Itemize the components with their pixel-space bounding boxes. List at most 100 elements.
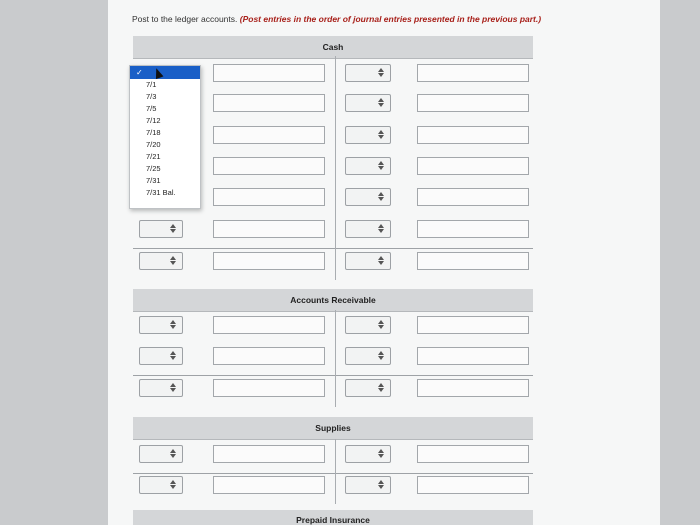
t-account-divider xyxy=(335,470,336,504)
ar-row-2 xyxy=(133,341,533,376)
cash-title: Cash xyxy=(322,42,344,52)
cash-credit-date-select[interactable] xyxy=(345,64,391,82)
spinner-icon xyxy=(378,383,387,393)
supplies-balance-date-select[interactable] xyxy=(139,476,183,494)
ar-debit-amount[interactable] xyxy=(213,316,325,334)
t-account-divider xyxy=(335,246,336,280)
dropdown-option[interactable]: 7/5 xyxy=(130,103,200,115)
cash-debit-amount[interactable] xyxy=(213,126,325,144)
cash-balance-date-select[interactable] xyxy=(139,252,183,270)
cash-debit-amount[interactable] xyxy=(213,94,325,112)
supplies-credit-date-select[interactable] xyxy=(345,445,391,463)
spinner-icon xyxy=(378,224,387,234)
cash-credit-date-select[interactable] xyxy=(345,157,391,175)
cash-debit-amount[interactable] xyxy=(213,64,325,82)
accounts-receivable-header: Accounts Receivable xyxy=(133,289,533,312)
cash-credit-date-select[interactable] xyxy=(345,94,391,112)
cash-credit-date-select[interactable] xyxy=(345,188,391,206)
cash-credit-amount[interactable] xyxy=(417,126,529,144)
supplies-debit-amount[interactable] xyxy=(213,445,325,463)
accounts-receivable-title: Accounts Receivable xyxy=(290,295,376,305)
spinner-icon xyxy=(378,192,387,202)
prepaid-insurance-title: Prepaid Insurance xyxy=(296,515,370,525)
ar-credit-amount[interactable] xyxy=(417,347,529,365)
supplies-title: Supplies xyxy=(315,423,351,433)
ar-balance-credit[interactable] xyxy=(417,379,529,397)
t-account-divider xyxy=(335,341,336,375)
supplies-row-1 xyxy=(133,439,533,474)
cash-credit-amount[interactable] xyxy=(417,157,529,175)
ar-balance-debit[interactable] xyxy=(213,379,325,397)
spinner-icon xyxy=(378,68,387,78)
cash-balance-row xyxy=(133,246,533,280)
spinner-icon xyxy=(378,449,387,459)
dropdown-option[interactable]: 7/3 xyxy=(130,91,200,103)
ar-credit-amount[interactable] xyxy=(417,316,529,334)
cash-row-6 xyxy=(133,214,533,249)
spinner-icon xyxy=(378,320,387,330)
cash-credit-amount[interactable] xyxy=(417,64,529,82)
t-account-divider xyxy=(335,88,336,122)
date-dropdown-menu[interactable]: ✓ 7/1 7/3 7/5 7/12 7/18 7/20 7/21 7/25 7… xyxy=(129,65,201,209)
spinner-icon xyxy=(170,351,179,361)
dropdown-option[interactable]: 7/1 xyxy=(130,79,200,91)
instructions-note: (Post entries in the order of journal en… xyxy=(239,14,542,24)
spinner-icon xyxy=(378,256,387,266)
ar-credit-date-select[interactable] xyxy=(345,347,391,365)
ar-credit-date-select[interactable] xyxy=(345,316,391,334)
cash-debit-amount[interactable] xyxy=(213,220,325,238)
instructions: Post to the ledger accounts. (Post entri… xyxy=(132,14,541,24)
cash-debit-amount[interactable] xyxy=(213,157,325,175)
supplies-balance-debit[interactable] xyxy=(213,476,325,494)
supplies-balance-row xyxy=(133,470,533,504)
supplies-header: Supplies xyxy=(133,417,533,440)
dropdown-option[interactable]: 7/31 xyxy=(130,175,200,187)
cash-debit-amount[interactable] xyxy=(213,188,325,206)
cash-credit-amount[interactable] xyxy=(417,94,529,112)
t-account-divider xyxy=(335,182,336,216)
ar-debit-amount[interactable] xyxy=(213,347,325,365)
ledger-sheet: Post to the ledger accounts. (Post entri… xyxy=(108,0,660,525)
cash-balance-debit[interactable] xyxy=(213,252,325,270)
spinner-icon xyxy=(378,480,387,490)
spinner-icon xyxy=(378,161,387,171)
spinner-icon xyxy=(378,351,387,361)
cash-balance-credit[interactable] xyxy=(417,252,529,270)
dropdown-selected-option[interactable]: ✓ xyxy=(130,66,200,79)
ar-debit-date-select[interactable] xyxy=(139,316,183,334)
spinner-icon xyxy=(170,320,179,330)
cash-debit-date-select[interactable] xyxy=(139,220,183,238)
ar-balance-row xyxy=(133,373,533,407)
cash-credit-date-select[interactable] xyxy=(345,126,391,144)
spinner-icon xyxy=(170,224,179,234)
ar-balance-credit-date-select[interactable] xyxy=(345,379,391,397)
ar-debit-date-select[interactable] xyxy=(139,347,183,365)
t-account-divider xyxy=(335,439,336,473)
cash-credit-amount[interactable] xyxy=(417,220,529,238)
cash-balance-credit-date-select[interactable] xyxy=(345,252,391,270)
ar-balance-date-select[interactable] xyxy=(139,379,183,397)
t-account-divider xyxy=(335,310,336,344)
spinner-icon xyxy=(170,256,179,266)
spinner-icon xyxy=(170,480,179,490)
dropdown-option[interactable]: 7/21 xyxy=(130,151,200,163)
dropdown-option[interactable]: 7/18 xyxy=(130,127,200,139)
t-account-divider xyxy=(335,120,336,154)
cash-credit-amount[interactable] xyxy=(417,188,529,206)
prepaid-insurance-header: Prepaid Insurance xyxy=(133,510,533,525)
supplies-debit-date-select[interactable] xyxy=(139,445,183,463)
spinner-icon xyxy=(170,383,179,393)
supplies-balance-credit[interactable] xyxy=(417,476,529,494)
dropdown-option[interactable]: 7/25 xyxy=(130,163,200,175)
cash-header: Cash xyxy=(133,36,533,59)
dropdown-option[interactable]: 7/20 xyxy=(130,139,200,151)
instructions-text: Post to the ledger accounts. xyxy=(132,14,238,24)
cash-credit-date-select[interactable] xyxy=(345,220,391,238)
dropdown-option[interactable]: 7/12 xyxy=(130,115,200,127)
supplies-balance-credit-date-select[interactable] xyxy=(345,476,391,494)
supplies-credit-amount[interactable] xyxy=(417,445,529,463)
dropdown-option[interactable]: 7/31 Bal. xyxy=(130,187,200,199)
ar-row-1 xyxy=(133,310,533,344)
t-account-divider xyxy=(335,214,336,248)
t-account-divider xyxy=(335,151,336,185)
